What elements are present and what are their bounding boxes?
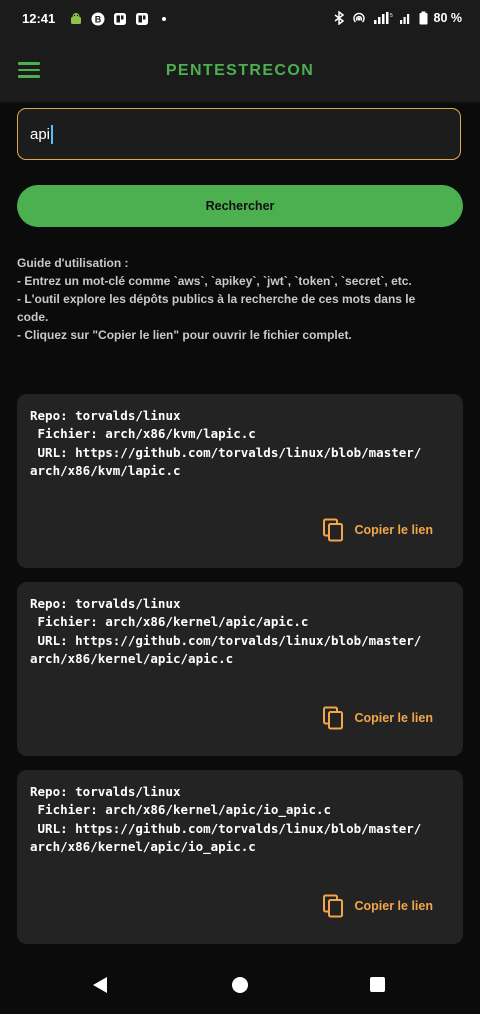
more-notifications-dot-icon [162,16,167,21]
file-line: Fichier: arch/x86/kernel/apic/apic.c [30,614,309,630]
url-line: URL: https://github.com/torvalds/linux/b… [30,820,422,836]
result-details: Repo: torvalds/linux Fichier: arch/x86/k… [30,595,450,668]
copy-link-label: Copier le lien [354,711,434,725]
square-recents-icon[interactable] [370,977,385,992]
result-card: Repo: torvalds/linux Fichier: arch/x86/k… [17,394,463,568]
guide-line-1: - Entrez un mot-clé comme `aws`, `apikey… [17,274,412,288]
url-line-continued: arch/x86/kvm/lapic.c [30,462,181,478]
content-copy-icon [322,706,343,730]
copy-link-label: Copier le lien [354,899,434,913]
url-line-continued: arch/x86/kernel/apic/io_apic.c [30,838,256,854]
copy-link-button[interactable]: Copier le lien [322,894,434,918]
status-time: 12:41 [22,11,56,26]
copy-link-button[interactable]: Copier le lien [322,518,434,542]
guide-title: Guide d'utilisation : [17,256,129,270]
bitcoin-notification-icon: B [91,12,105,25]
android-notification-icon [71,12,82,24]
battery-percentage: 80 % [433,11,463,25]
hotspot-icon [352,12,365,23]
svg-text:5G: 5G [390,13,393,19]
app-title: PENTESTRECON [165,62,315,79]
search-button-label: Rechercher [205,199,275,213]
status-bar: 12:41 B 5 80 % [0,0,480,38]
app-notification-icon-1 [114,12,127,25]
usage-guide: Guide d'utilisation : - Entrez un mot-cl… [17,254,449,344]
copy-link-label: Copier le lien [354,523,434,537]
search-input[interactable]: api [17,108,461,160]
repo-line: Repo: torvalds/linux [30,784,181,799]
result-card: Repo: torvalds/linux Fichier: arch/x86/k… [17,770,463,944]
circle-home-icon[interactable] [232,977,248,993]
repo-line: Repo: torvalds/linux [30,408,181,423]
result-card: Repo: torvalds/linux Fichier: arch/x86/k… [17,582,463,756]
status-left: 12:41 B [22,11,171,26]
svg-text:B: B [95,14,102,24]
result-details: Repo: torvalds/linux Fichier: arch/x86/k… [30,783,450,856]
status-right: 5G 80 % [333,11,463,25]
repo-line: Repo: torvalds/linux [30,596,181,611]
triangle-back-icon[interactable] [92,976,108,994]
result-details: Repo: torvalds/linux Fichier: arch/x86/k… [30,407,450,480]
search-input-value: api [30,125,51,143]
guide-line-3: - Cliquez sur "Copier le lien" pour ouvr… [17,328,352,342]
url-line: URL: https://github.com/torvalds/linux/b… [30,444,422,460]
content-copy-icon [322,894,343,918]
copy-link-button[interactable]: Copier le lien [322,706,434,730]
battery-icon [419,11,427,25]
content-copy-icon [322,518,343,542]
file-line: Fichier: arch/x86/kvm/lapic.c [30,426,256,442]
system-nav-bar [0,950,480,1014]
app-bar: PENTESTRECON [0,38,480,103]
text-cursor [51,124,53,144]
signal-icon-secondary [399,14,409,24]
url-line-continued: arch/x86/kernel/apic/apic.c [30,650,234,666]
file-line: Fichier: arch/x86/kernel/apic/io_apic.c [30,802,332,818]
search-button[interactable]: Rechercher [17,185,463,227]
signal-icon: 5G [373,12,393,24]
bluetooth-icon [334,11,344,25]
app-notification-icon-2 [136,12,149,25]
url-line: URL: https://github.com/torvalds/linux/b… [30,632,422,648]
guide-line-2: - L'outil explore les dépôts publics à l… [17,292,416,324]
